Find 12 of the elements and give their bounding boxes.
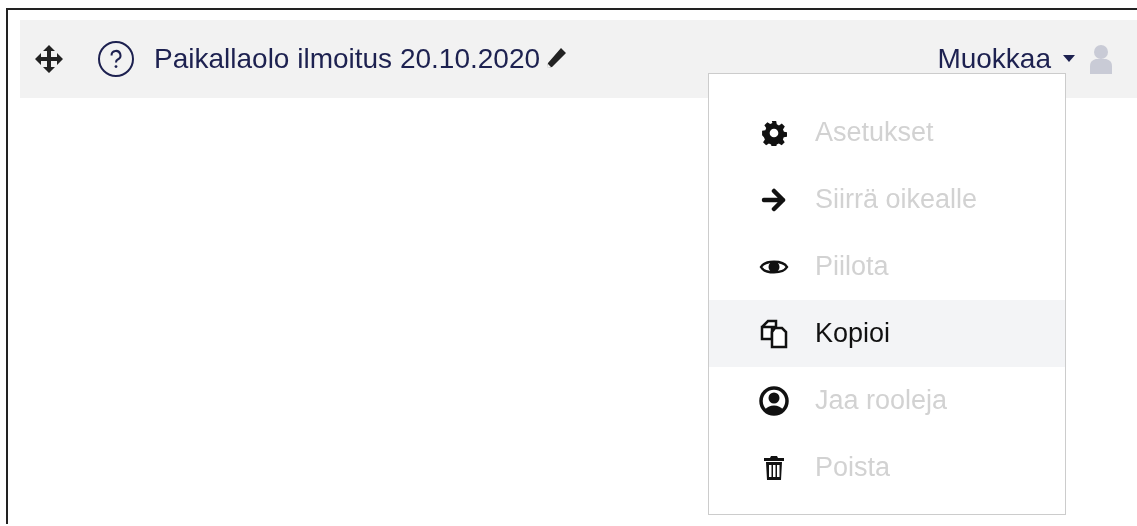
activity-title: Paikallaolo ilmoitus 20.10.2020 (154, 43, 541, 75)
edit-menu-button[interactable]: Muokkaa (937, 43, 1075, 75)
user-icon (1089, 44, 1113, 74)
trash-icon (763, 454, 785, 481)
gear-icon (761, 119, 787, 146)
move-icon[interactable] (34, 44, 64, 74)
user-circle-icon (759, 385, 789, 416)
caret-icon (1063, 55, 1075, 63)
menu-item[interactable]: Kopioi (709, 300, 1065, 367)
copy-icon (759, 318, 789, 349)
arrow-right-icon (761, 187, 787, 212)
help-icon[interactable] (98, 41, 134, 77)
